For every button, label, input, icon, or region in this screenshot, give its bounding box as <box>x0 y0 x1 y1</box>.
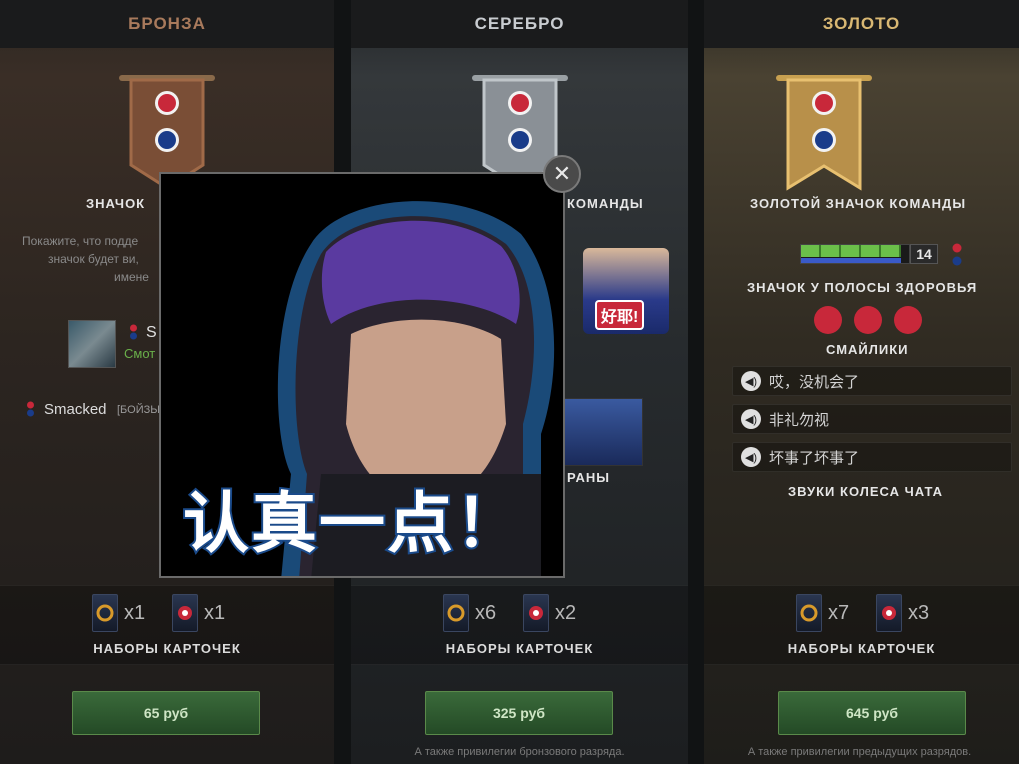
card-pack-team: x1 <box>172 594 225 632</box>
sticker-text: 好耶! <box>595 300 645 330</box>
team-logo-icon <box>26 401 35 417</box>
emote-icon <box>894 306 922 334</box>
emotes-label: СМАЙЛИКИ <box>826 342 909 357</box>
card-pack-icon <box>443 594 469 632</box>
emote-list <box>814 306 924 336</box>
buy-silver-button[interactable]: 325 руб <box>425 691 613 735</box>
bronze-desc-line-2: значок будет ви, <box>48 252 139 266</box>
sound-label: 哎，没机会了 <box>769 373 860 391</box>
team-logo-icon <box>129 324 138 340</box>
sounds-label: ЗВУКИ КОЛЕСА ЧАТА <box>788 484 943 499</box>
card-packs-silver: x6 x2 НАБОРЫ КАРТОЧЕК <box>351 585 688 665</box>
emote-icon <box>814 306 842 334</box>
card-pack-gold: x6 <box>443 594 496 632</box>
pack-count: x6 <box>475 601 497 624</box>
chat-player-tag: [БОЙЗЫ <box>117 404 160 416</box>
card-pack-team: x2 <box>523 594 576 632</box>
chat-player-name: Smacked <box>44 401 107 418</box>
card-pack-icon <box>172 594 198 632</box>
pack-count: x1 <box>124 601 146 624</box>
pack-count: x3 <box>908 601 930 624</box>
team-photo <box>563 398 643 466</box>
tier-title-silver: СЕРЕБРО <box>351 0 688 48</box>
buy-bronze-button[interactable]: 65 руб <box>72 691 260 735</box>
card-pack-icon <box>92 594 118 632</box>
banner-icon <box>774 70 874 191</box>
profile-name: S <box>146 324 157 341</box>
card-packs-gold: x7 x3 НАБОРЫ КАРТОЧЕК <box>704 585 1019 665</box>
speaker-icon: ◀) <box>741 447 761 467</box>
chat-wheel-sound[interactable]: ◀) 哎，没机会了 <box>732 366 1012 396</box>
card-pack-team: x3 <box>876 594 929 632</box>
cards-label: НАБОРЫ КАРТОЧЕК <box>787 641 936 656</box>
column-divider <box>688 0 704 764</box>
cards-label: НАБОРЫ КАРТОЧЕК <box>93 641 241 656</box>
team-logo-icon <box>952 242 962 268</box>
badge-title-bronze: ЗНАЧОК <box>86 196 146 211</box>
speaker-icon: ◀) <box>741 409 761 429</box>
buy-gold-button[interactable]: 645 руб <box>778 691 966 735</box>
card-packs-bronze: x1 x1 НАБОРЫ КАРТОЧЕК <box>0 585 334 665</box>
hp-badge-label: ЗНАЧОК У ПОЛОСЫ ЗДОРОВЬЯ <box>747 280 978 295</box>
speaker-icon: ◀) <box>741 371 761 391</box>
card-pack-icon <box>523 594 549 632</box>
hp-bar-fill <box>801 245 901 257</box>
profile-status: Смот <box>124 346 156 361</box>
tier-title-bronze: БРОНЗА <box>0 0 334 48</box>
card-pack-icon <box>796 594 822 632</box>
card-pack-icon <box>876 594 902 632</box>
close-icon[interactable]: ✕ <box>543 155 581 193</box>
hp-bar <box>800 244 910 264</box>
chat-wheel-sound[interactable]: ◀) 非礼勿视 <box>732 404 1012 434</box>
hero-level: 14 <box>910 244 938 264</box>
gold-footnote: А также привилегии предыдущих разрядов. <box>747 746 972 758</box>
sound-label: 坏事了坏事了 <box>769 449 860 467</box>
emote-caption: 认真一点！ <box>181 483 523 564</box>
pack-count: x7 <box>828 601 850 624</box>
tier-column-gold: ЗОЛОТО ЗОЛОТОЙ ЗНАЧОК КОМАНДЫ 14 ЗНАЧОК … <box>704 0 1019 764</box>
tier-title-gold: ЗОЛОТО <box>704 0 1019 48</box>
card-pack-gold: x1 <box>92 594 145 632</box>
emote-icon <box>854 306 882 334</box>
pack-count: x1 <box>204 601 226 624</box>
mana-bar-fill <box>801 258 901 263</box>
sound-label: 非礼勿视 <box>769 411 830 429</box>
team-label-silver: РАНЫ <box>567 470 611 485</box>
sticker-image: 好耶! <box>583 248 669 334</box>
silver-footnote: А также привилегии бронзового разряда. <box>414 746 625 758</box>
badge-title-gold: ЗОЛОТОЙ ЗНАЧОК КОМАНДЫ <box>750 196 967 211</box>
pack-count: x2 <box>555 601 577 624</box>
badge-title-silver: КОМАНДЫ <box>567 196 644 211</box>
emote-preview-modal: 认真一点！ <box>159 172 565 578</box>
bronze-desc-line-3: имене <box>114 270 149 284</box>
avatar <box>68 320 116 368</box>
card-pack-gold: x7 <box>796 594 849 632</box>
bronze-desc-line-1: Покажите, что подде <box>22 234 139 248</box>
cards-label: НАБОРЫ КАРТОЧЕК <box>445 641 594 656</box>
chat-wheel-sound[interactable]: ◀) 坏事了坏事了 <box>732 442 1012 472</box>
